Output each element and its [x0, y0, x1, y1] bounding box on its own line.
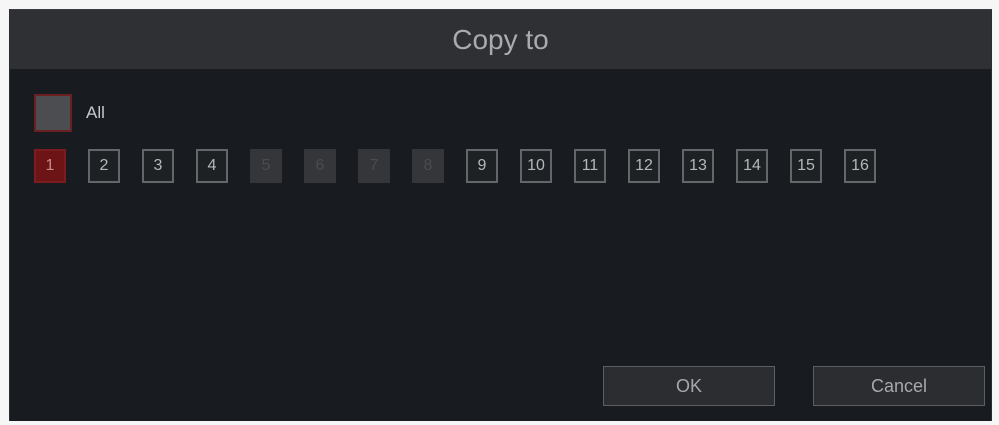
copy-to-dialog: Copy to All 1 2 3 4 5 6 7 8 9 10 11 12 1… [9, 9, 992, 421]
ok-button[interactable]: OK [603, 366, 775, 406]
channel-checkbox-4[interactable]: 4 [196, 149, 228, 183]
channel-checkbox-5[interactable]: 5 [250, 149, 282, 183]
channel-checkbox-3[interactable]: 3 [142, 149, 174, 183]
channel-checkbox-2[interactable]: 2 [88, 149, 120, 183]
channel-checkbox-14[interactable]: 14 [736, 149, 768, 183]
channel-checkbox-13[interactable]: 13 [682, 149, 714, 183]
select-all-label: All [86, 103, 105, 122]
channel-checkbox-12[interactable]: 12 [628, 149, 660, 183]
channel-checkbox-8[interactable]: 8 [412, 149, 444, 183]
channel-checkbox-1[interactable]: 1 [34, 149, 66, 183]
channel-checkbox-15[interactable]: 15 [790, 149, 822, 183]
channel-checkbox-9[interactable]: 9 [466, 149, 498, 183]
select-all-checkbox[interactable] [34, 94, 72, 132]
channel-checkbox-16[interactable]: 16 [844, 149, 876, 183]
channel-checkbox-10[interactable]: 10 [520, 149, 552, 183]
cancel-button[interactable]: Cancel [813, 366, 985, 406]
select-all-row: All [34, 93, 105, 133]
channel-checkbox-7[interactable]: 7 [358, 149, 390, 183]
dialog-titlebar: Copy to [10, 9, 991, 69]
channel-checkbox-6[interactable]: 6 [304, 149, 336, 183]
dialog-title: Copy to [452, 24, 549, 55]
channel-checkbox-11[interactable]: 11 [574, 149, 606, 183]
